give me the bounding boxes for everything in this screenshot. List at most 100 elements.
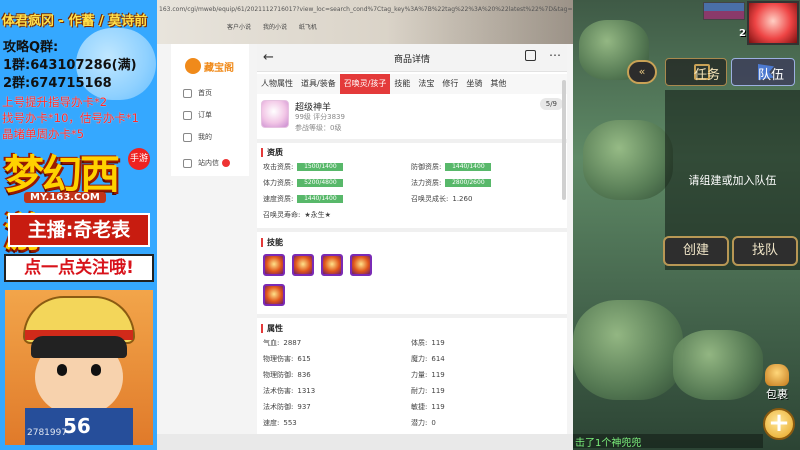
item-detail-panel: ← 商品详情 ⋯ 人物属性 道具/装备 召唤灵/孩子 技能 法宝 修行 坐骑 其… <box>257 44 567 450</box>
attribute-row: 法术防御: 937 <box>263 402 311 412</box>
player-level: 2 <box>739 28 746 39</box>
skill-icon[interactable] <box>321 254 343 276</box>
inventory-label: 包裹 <box>766 388 788 401</box>
eye-shape <box>57 364 67 376</box>
aptitude-value-bar: 1440/1400 <box>297 195 344 203</box>
promo-line: 上号提升指导办卡*2 <box>2 95 108 109</box>
attributes-section-title: 属性 <box>261 324 283 333</box>
aptitude-value-bar: 5200/4800 <box>297 179 344 187</box>
bookmark-item[interactable]: 纸飞机 <box>299 24 317 31</box>
tab-other[interactable]: 其他 <box>486 74 510 94</box>
attribute-row: 敏捷: 119 <box>411 402 445 412</box>
tab-summons-children[interactable]: 召唤灵/孩子 <box>339 74 391 94</box>
tab-items-equipment[interactable]: 道具/装备 <box>297 74 340 94</box>
aptitude-value-bar: 1500/1400 <box>297 163 344 171</box>
page-title: 商品详情 <box>393 55 430 65</box>
attribute-row: 气血: 2887 <box>263 338 301 348</box>
user-icon <box>183 132 192 142</box>
attribute-value: 937 <box>297 403 311 411</box>
scenery-rock <box>573 300 683 400</box>
skills-section-title: 技能 <box>261 238 283 247</box>
tab-skills[interactable]: 技能 <box>390 74 414 94</box>
qq-group-2-number: 674715168 <box>30 76 112 91</box>
follow-banner: 点一点关注哦! <box>4 254 154 282</box>
attribute-label: 物理防御: <box>263 371 294 379</box>
find-team-button[interactable]: 找队 <box>732 236 798 266</box>
host-banner: 主播:奇老表 <box>8 213 150 247</box>
aptitude-label: 速度资质: <box>263 195 294 203</box>
page-scrollbar[interactable] <box>562 80 566 200</box>
bag-icon <box>765 364 789 386</box>
sidebar-item-orders[interactable]: 订单 <box>183 108 212 122</box>
aptitude-value-bar: 2800/2600 <box>445 179 492 187</box>
chat-message: 击了1个神兜兜 <box>573 434 763 449</box>
qq-group-1: 1群:643107286(满) <box>3 54 137 73</box>
team-prompt-text: 请组建或加入队伍 <box>688 174 777 187</box>
attribute-value: 119 <box>431 339 445 347</box>
address-bar[interactable]: 163.com/cgi/mweb/equip/61/2021112716017?… <box>157 6 573 18</box>
attribute-value: 119 <box>431 371 445 379</box>
more-options-icon[interactable]: ⋯ <box>549 48 561 62</box>
aptitude-row: 体力资质: 5200/4800 <box>263 178 344 188</box>
aptitude-label: 体力资质: <box>263 179 294 187</box>
sidebar-item-mine[interactable]: 我的 <box>183 130 212 144</box>
sidebar-item-label: 我的 <box>198 133 212 141</box>
character-portrait[interactable] <box>747 1 799 45</box>
share-icon[interactable] <box>525 50 536 61</box>
tab-treasures[interactable]: 法宝 <box>414 74 438 94</box>
site-logo[interactable]: 藏宝阁 <box>185 56 234 76</box>
attribute-label: 气血: <box>263 339 280 347</box>
tab-character-attributes[interactable]: 人物属性 <box>257 74 297 94</box>
mail-icon <box>183 158 192 168</box>
collapse-chevron-button[interactable]: « <box>627 60 657 84</box>
hair-shape <box>31 336 127 358</box>
treasure-logo-icon <box>185 58 201 74</box>
skill-icon[interactable] <box>263 284 285 306</box>
home-icon <box>183 88 192 98</box>
qq-group-1-label: 1群: <box>3 58 31 73</box>
bookmark-item[interactable]: 客户小说 <box>227 24 251 31</box>
sidebar-item-messages[interactable]: 站内信 <box>183 156 230 170</box>
skill-icon[interactable] <box>263 254 285 276</box>
qq-group-2: 2群:674715168 <box>3 72 112 91</box>
game-logo: 梦幻西游 MY.163.COM 手游 <box>4 140 154 256</box>
sidebar-item-label: 首页 <box>198 89 212 97</box>
task-button[interactable]: 任务 <box>665 58 727 86</box>
attribute-row: 潜力: 0 <box>411 418 436 428</box>
browser-window: 163.com/cgi/mweb/equip/61/2021112716017?… <box>157 0 573 450</box>
qq-group-1-number: 643107286(满) <box>30 58 137 73</box>
divider <box>257 228 567 232</box>
attribute-label: 敏捷: <box>411 403 428 411</box>
aptitude-section-title: 资质 <box>261 148 283 157</box>
sidebar-item-home[interactable]: 首页 <box>183 86 212 100</box>
skill-icon[interactable] <box>292 254 314 276</box>
qq-group-2-label: 2群: <box>3 76 31 91</box>
create-team-button[interactable]: 创建 <box>663 236 729 266</box>
attribute-label: 法术伤害: <box>263 387 294 395</box>
scenery-rock <box>673 330 763 400</box>
attribute-label: 体质: <box>411 339 428 347</box>
pet-sheep-icon[interactable] <box>261 100 289 128</box>
skill-icon[interactable] <box>350 254 372 276</box>
shirt-number: 56 <box>63 414 91 438</box>
growth-row: 召唤灵成长: 1.260 <box>411 194 472 204</box>
bookmark-item[interactable]: 我的小说 <box>263 24 287 31</box>
tab-cultivation[interactable]: 修行 <box>438 74 462 94</box>
expand-menu-button[interactable]: + <box>763 408 795 440</box>
task-button-label: 任务 <box>694 68 721 83</box>
pet-pagination[interactable]: 5/9 <box>539 98 563 110</box>
detail-header: ← 商品详情 ⋯ <box>257 44 567 72</box>
team-button[interactable]: 队伍 <box>731 58 795 86</box>
attribute-row: 耐力: 119 <box>411 386 445 396</box>
attribute-row: 物理防御: 836 <box>263 370 311 380</box>
team-button-label: 队伍 <box>758 68 785 83</box>
inventory-button[interactable]: 包裹 <box>761 364 793 401</box>
aptitude-value-bar: 1440/1400 <box>445 163 492 171</box>
stream-overlay-panel: 体君疯冈 - 作蓄 / 莫诗前 攻略Q群: 1群:643107286(满) 2群… <box>0 0 157 450</box>
growth-label: 召唤灵成长: <box>411 195 449 203</box>
tab-mounts[interactable]: 坐骑 <box>462 74 486 94</box>
scenery-rock <box>583 120 673 200</box>
attribute-label: 力量: <box>411 371 428 379</box>
aptitude-row: 法力资质: 2800/2600 <box>411 178 492 188</box>
attribute-value: 836 <box>297 371 311 379</box>
